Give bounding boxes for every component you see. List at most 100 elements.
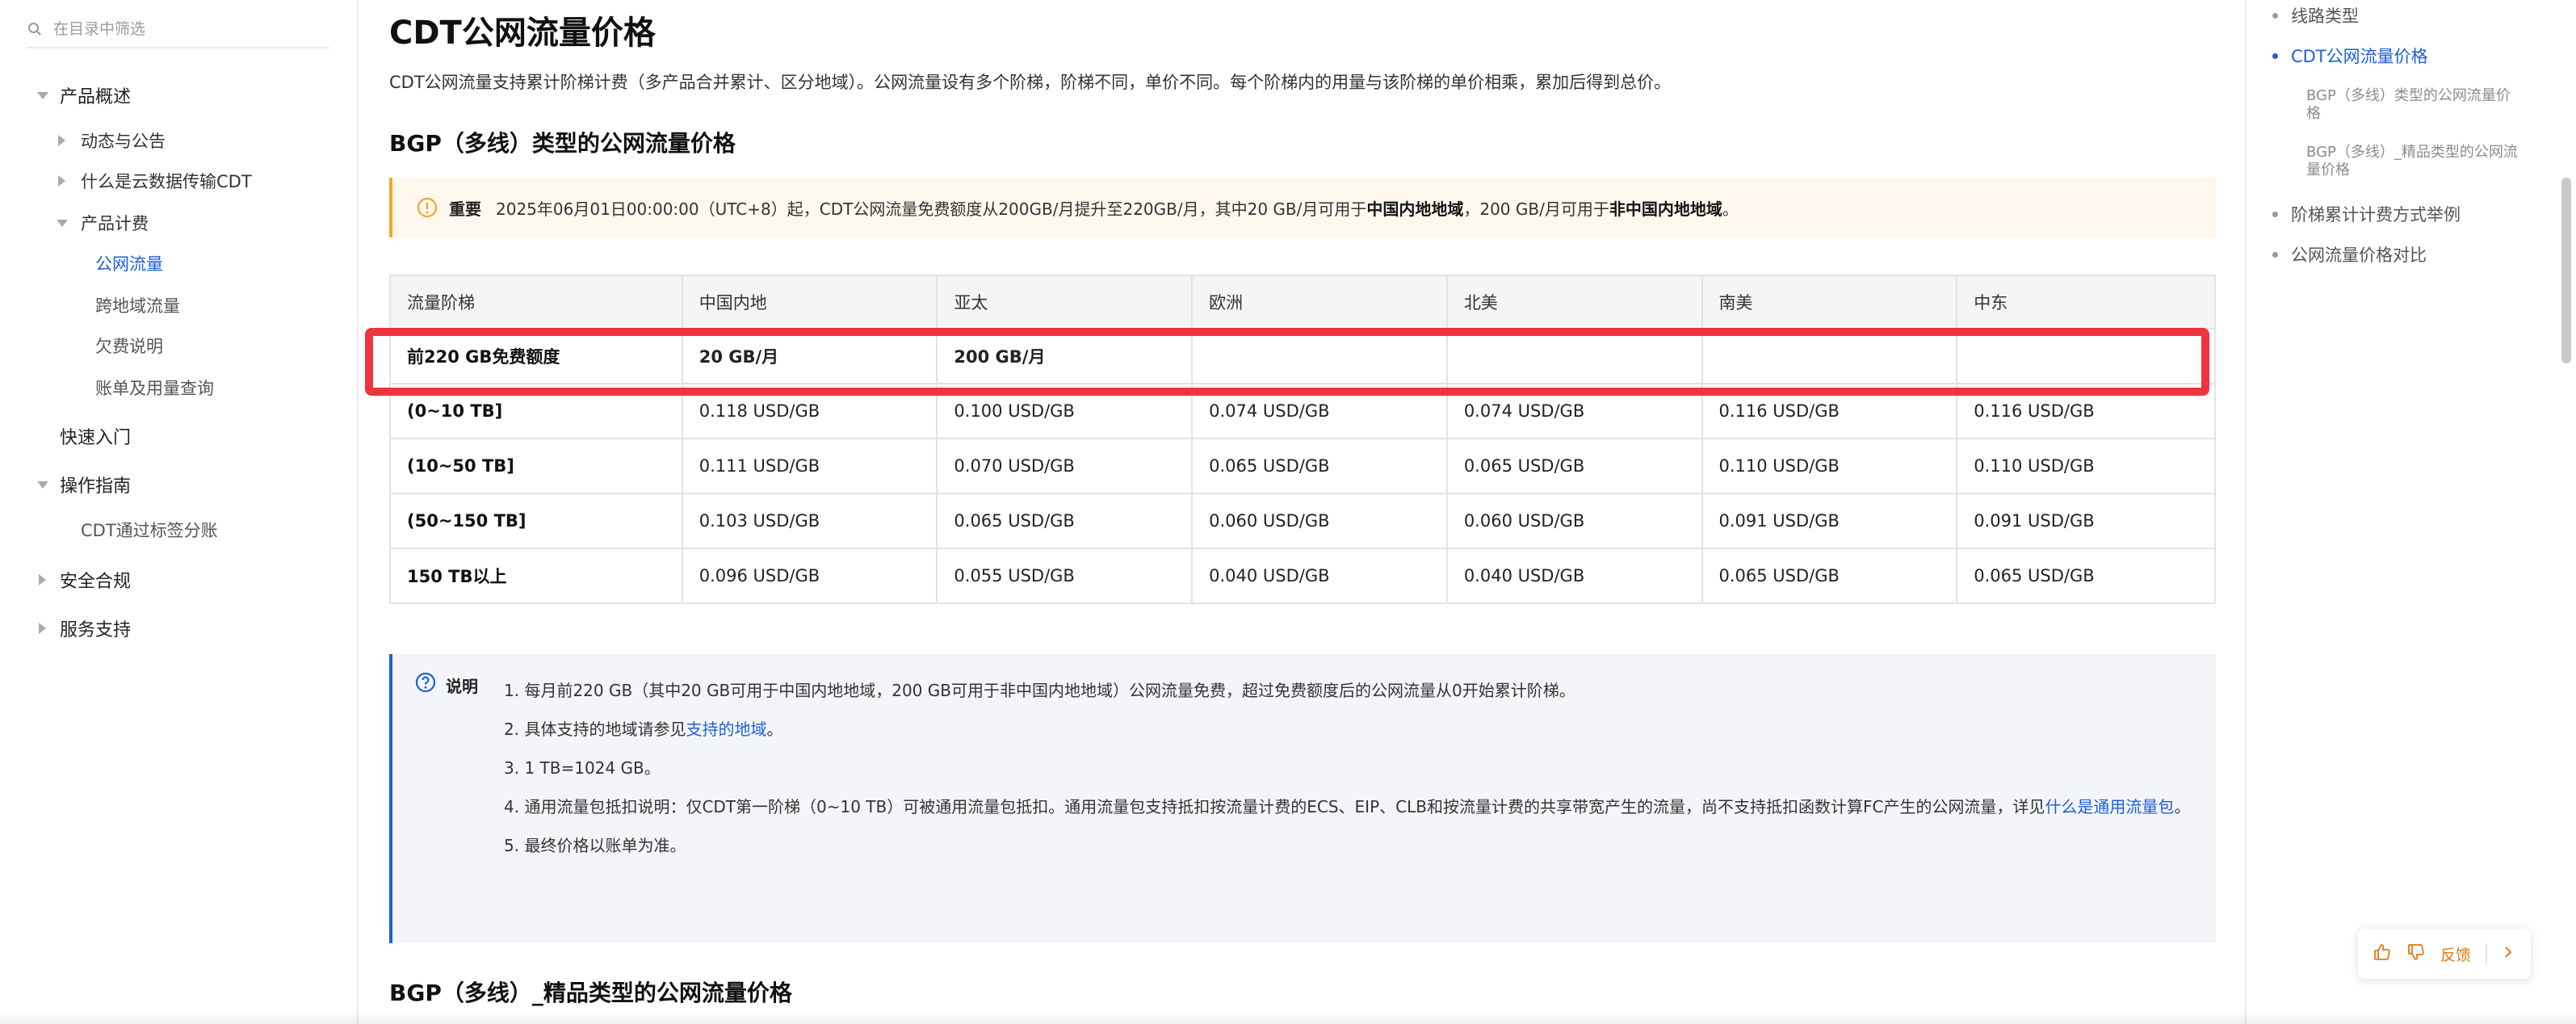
table-cell: 150 TB以上 (389, 548, 683, 604)
table-cell: 0.074 USD/GB (1445, 383, 1703, 439)
note-list: 1. 每月前220 GB（其中20 GB可用于中国内地地域，200 GB可用于非… (504, 677, 2200, 871)
table-cell (1701, 328, 1958, 384)
table-cell (1191, 328, 1448, 384)
page-scrollbar[interactable] (2561, 178, 2571, 363)
important-notice: 重要 2025年06月01日00:00:00（UTC+8）起，CDT公网流量免费… (389, 178, 2216, 237)
toc-item-line-type[interactable]: 线路类型 (2272, 3, 2359, 27)
sidebar-item-label: 什么是云数据传输CDT (81, 172, 252, 191)
sidebar-item-news[interactable]: 动态与公告 (58, 124, 166, 157)
sidebar-item-guide[interactable]: 操作指南 (37, 468, 131, 501)
sidebar-item-label: CDT通过标签分账 (81, 521, 218, 540)
directory-filter (26, 11, 329, 48)
section-title-bgp-premium: BGP（多线）_精品类型的公网流量价格 (389, 980, 792, 1006)
note-text: 4. 通用流量包抵扣说明：仅CDT第一阶梯（0~10 TB）可被通用流量包抵扣。… (504, 797, 2045, 816)
toc-subitem-bgp[interactable]: BGP（多线）类型的公网流量价格 (2306, 87, 2524, 123)
search-icon (26, 20, 44, 38)
sidebar-item-product-overview[interactable]: 产品概述 (37, 79, 131, 111)
sidebar-item-billing[interactable]: 产品计费 (57, 207, 149, 239)
table-cell: (10~50 TB] (389, 438, 683, 494)
bullet-icon (2272, 211, 2278, 217)
table-cell: 0.111 USD/GB (681, 438, 938, 494)
sidebar-item-label: 跨地域流量 (95, 296, 180, 316)
sidebar-item-label: 动态与公告 (81, 132, 166, 151)
table-cell: 0.091 USD/GB (1701, 493, 1958, 549)
toc-item-cdt-price[interactable]: CDT公网流量价格 (2272, 44, 2428, 68)
table-cell: 0.040 USD/GB (1191, 548, 1448, 604)
table-cell (1445, 328, 1703, 384)
table-header: 南美 (1701, 275, 1958, 329)
note-item: 3. 1 TB=1024 GB。 (504, 758, 661, 778)
divider (2486, 943, 2488, 964)
toc-item-price-compare[interactable]: 公网流量价格对比 (2272, 242, 2427, 266)
table-cell: 0.065 USD/GB (1191, 438, 1448, 494)
sidebar-item-tag-billing[interactable]: CDT通过标签分账 (81, 514, 218, 546)
table-cell: 0.091 USD/GB (1956, 493, 2216, 549)
notice-bold-mainland: 中国内地地域 (1366, 199, 1464, 219)
notice-label: 重要 (449, 199, 481, 219)
note-text: 。 (2174, 797, 2191, 816)
table-cell: 200 GB/月 (936, 328, 1194, 384)
notice-bold-non-mainland: 非中国内地地域 (1609, 199, 1722, 219)
table-row: (0~10 TB] 0.118 USD/GB 0.100 USD/GB 0.07… (389, 383, 2216, 439)
chevron-right-icon (39, 623, 46, 634)
table-cell: 前220 GB免费额度 (389, 328, 683, 384)
chevron-down-icon (37, 92, 48, 99)
chevron-right-icon[interactable] (2502, 945, 2515, 963)
table-cell: 0.118 USD/GB (681, 383, 938, 439)
sidebar-item-quick-start[interactable]: 快速入门 (60, 420, 131, 452)
table-cell: 0.065 USD/GB (936, 493, 1194, 549)
note-title: 说明 (446, 677, 478, 696)
bottom-shadow (0, 1009, 2576, 1024)
sidebar-item-public-traffic[interactable]: 公网流量 (95, 247, 163, 279)
table-row: 150 TB以上 0.096 USD/GB 0.055 USD/GB 0.040… (389, 548, 2216, 604)
page-title: CDT公网流量价格 (389, 15, 656, 52)
table-cell: 0.116 USD/GB (1956, 383, 2216, 439)
supported-regions-link[interactable]: 支持的地域 (686, 720, 766, 739)
notice-text: 。 (1722, 199, 1739, 219)
table-cell: 0.065 USD/GB (1445, 438, 1703, 494)
bullet-icon (2272, 12, 2278, 19)
thumbs-down-icon[interactable] (2406, 942, 2426, 966)
note-text: 2. 具体支持的地域请参见 (504, 720, 686, 739)
table-cell: 0.065 USD/GB (1956, 548, 2216, 604)
note-item: 5. 最终价格以账单为准。 (504, 836, 686, 855)
sidebar-item-bill-query[interactable]: 账单及用量查询 (95, 371, 214, 404)
sidebar-item-label: 账单及用量查询 (95, 379, 214, 398)
sidebar-item-what-is-cdt[interactable]: 什么是云数据传输CDT (58, 165, 252, 197)
sidebar-item-label: 操作指南 (60, 476, 132, 497)
chevron-down-icon (37, 481, 48, 489)
sidebar-item-support[interactable]: 服务支持 (37, 612, 131, 644)
table-cell: 0.100 USD/GB (936, 383, 1194, 439)
table-cell: (50~150 TB] (389, 493, 683, 549)
table-header: 亚太 (936, 275, 1194, 329)
warning-icon (417, 197, 438, 218)
table-header: 中东 (1956, 275, 2216, 329)
bullet-icon (2272, 251, 2278, 258)
toc-item-tier-example[interactable]: 阶梯累计计费方式举例 (2272, 202, 2461, 226)
traffic-package-link[interactable]: 什么是通用流量包 (2045, 797, 2174, 816)
table-row-free-quota: 前220 GB免费额度 20 GB/月 200 GB/月 (389, 328, 2216, 384)
question-icon (415, 672, 436, 693)
table-cell: 0.110 USD/GB (1956, 438, 2216, 494)
notice-text: ，200 GB/月可用于 (1463, 199, 1609, 219)
chevron-right-icon (58, 135, 65, 146)
thumbs-up-icon[interactable] (2373, 942, 2392, 966)
table-cell: 0.110 USD/GB (1701, 438, 1958, 494)
sidebar-item-security[interactable]: 安全合规 (37, 564, 131, 596)
directory-filter-input[interactable] (53, 20, 312, 38)
note-item: 2. 具体支持的地域请参见支持的地域。 (504, 716, 2200, 743)
table-cell: 0.040 USD/GB (1445, 548, 1703, 604)
toc-label: CDT公网流量价格 (2291, 47, 2428, 66)
table-header: 欧洲 (1191, 275, 1448, 329)
feedback-label[interactable]: 反馈 (2440, 943, 2471, 965)
sidebar-item-label: 产品概述 (60, 87, 132, 107)
table-cell (1956, 328, 2216, 384)
sidebar-item-label: 产品计费 (81, 214, 149, 233)
sidebar-item-cross-region[interactable]: 跨地域流量 (95, 289, 180, 321)
toc-subitem-bgp-premium[interactable]: BGP（多线）_精品类型的公网流量价格 (2306, 144, 2524, 179)
chevron-down-icon (57, 220, 68, 227)
section-title-bgp: BGP（多线）类型的公网流量价格 (389, 130, 736, 157)
chevron-right-icon (39, 574, 46, 585)
sidebar-item-label: 快速入门 (60, 428, 132, 448)
sidebar-item-overdue[interactable]: 欠费说明 (95, 329, 163, 362)
